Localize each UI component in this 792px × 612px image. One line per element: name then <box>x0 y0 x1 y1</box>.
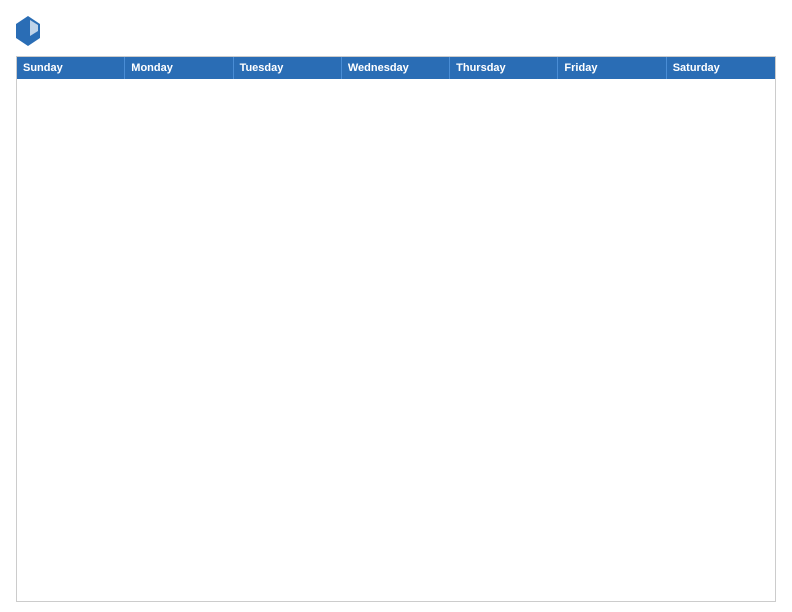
logo-icon <box>16 16 40 46</box>
calendar-header-row: SundayMondayTuesdayWednesdayThursdayFrid… <box>17 57 775 79</box>
page: SundayMondayTuesdayWednesdayThursdayFrid… <box>0 0 792 612</box>
header <box>16 16 776 46</box>
weekday-header-friday: Friday <box>558 57 666 79</box>
weekday-header-thursday: Thursday <box>450 57 558 79</box>
weekday-header-tuesday: Tuesday <box>234 57 342 79</box>
logo <box>16 16 44 46</box>
calendar-body <box>17 79 775 601</box>
weekday-header-sunday: Sunday <box>17 57 125 79</box>
calendar: SundayMondayTuesdayWednesdayThursdayFrid… <box>16 56 776 602</box>
weekday-header-saturday: Saturday <box>667 57 775 79</box>
weekday-header-wednesday: Wednesday <box>342 57 450 79</box>
weekday-header-monday: Monday <box>125 57 233 79</box>
